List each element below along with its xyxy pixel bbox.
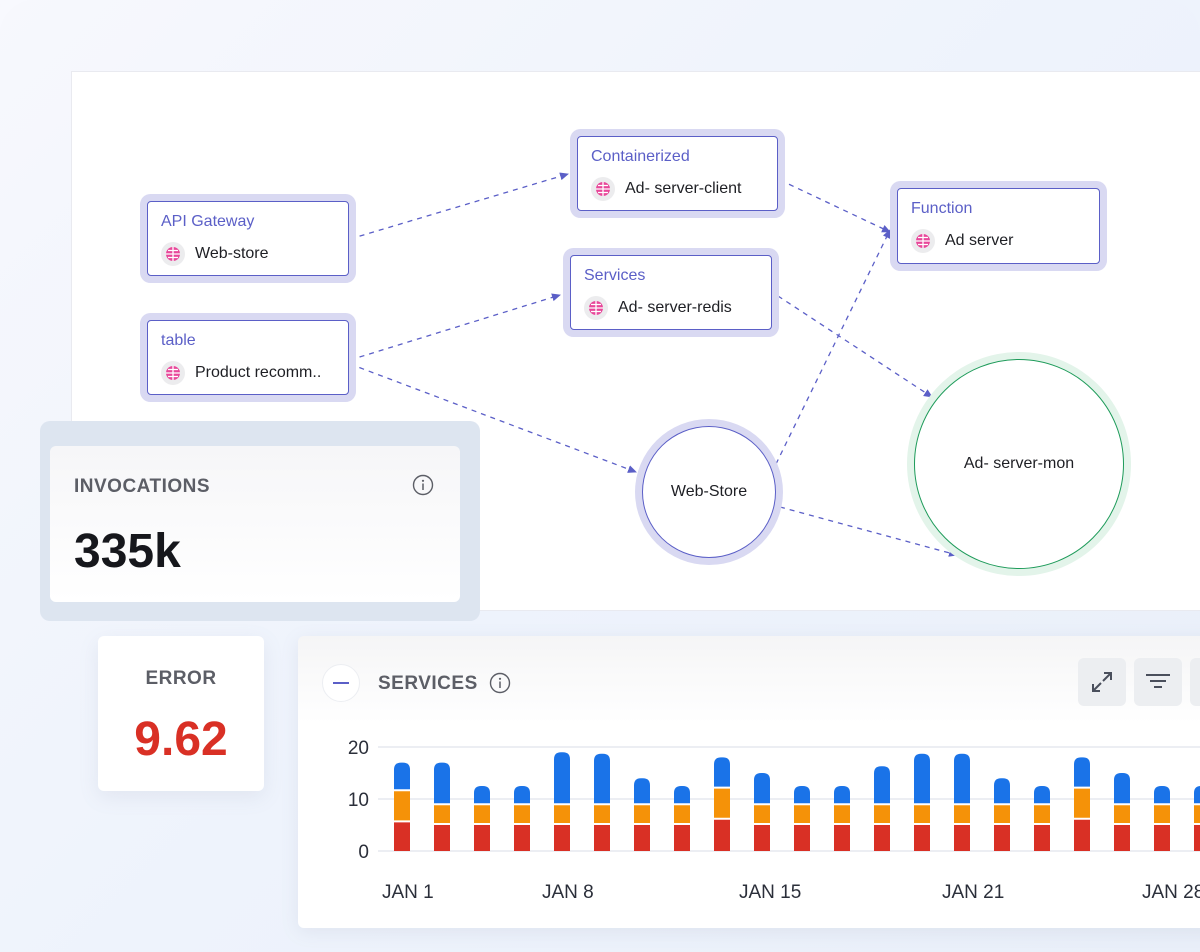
bar-segment-red xyxy=(554,825,570,851)
bar-segment-red xyxy=(954,825,970,851)
bar-stack[interactable] xyxy=(1194,786,1200,851)
bar-segment-orange xyxy=(1194,805,1200,823)
bar-segment-orange xyxy=(1154,805,1170,823)
x-tick-label: JAN 8 xyxy=(542,882,594,903)
bar-stack[interactable] xyxy=(1034,786,1050,851)
bar-segment-blue xyxy=(714,757,730,787)
bar-stack[interactable] xyxy=(714,757,730,851)
bar-segment-orange xyxy=(714,788,730,818)
bar-segment-blue xyxy=(394,762,410,790)
bar-segment-red xyxy=(594,825,610,851)
bar-segment-blue xyxy=(794,786,810,804)
bar-segment-blue xyxy=(594,753,610,804)
bar-segment-blue xyxy=(674,786,690,804)
bar-stack[interactable] xyxy=(594,753,610,851)
bar-stack[interactable] xyxy=(1114,773,1130,851)
bar-segment-red xyxy=(1194,825,1200,851)
bar-stack[interactable] xyxy=(914,753,930,851)
services-bar-chart: 0 10 20 JAN 1 JAN 8 JAN 15 JAN 21 JAN 28 xyxy=(348,738,1200,903)
bar-segment-blue xyxy=(914,753,930,804)
x-tick-label: JAN 21 xyxy=(942,882,1004,903)
bar-segment-orange xyxy=(954,805,970,823)
bar-segment-blue xyxy=(1074,757,1090,787)
bar-segment-blue xyxy=(874,766,890,804)
bar-segment-blue xyxy=(474,786,490,804)
bar-segment-blue xyxy=(514,786,530,804)
bar-stack[interactable] xyxy=(394,762,410,851)
bar-segment-blue xyxy=(434,762,450,804)
bar-segment-red xyxy=(714,819,730,851)
bar-segment-red xyxy=(634,825,650,851)
bar-stack[interactable] xyxy=(834,786,850,851)
bar-segment-orange xyxy=(394,791,410,821)
bar-segment-blue xyxy=(954,753,970,804)
bar-segment-orange xyxy=(434,805,450,823)
bar-segment-orange xyxy=(674,805,690,823)
y-tick-label: 10 xyxy=(348,790,369,811)
bar-segment-red xyxy=(1154,825,1170,851)
bar-segment-red xyxy=(434,825,450,851)
bar-segment-red xyxy=(874,825,890,851)
bar-stack[interactable] xyxy=(754,773,770,851)
bar-segment-blue xyxy=(1114,773,1130,804)
bar-stack[interactable] xyxy=(794,786,810,851)
bar-segment-red xyxy=(994,825,1010,851)
bar-segment-orange xyxy=(794,805,810,823)
bar-stack[interactable] xyxy=(474,786,490,851)
bar-segment-red xyxy=(754,825,770,851)
bar-segment-red xyxy=(794,825,810,851)
bar-segment-red xyxy=(914,825,930,851)
bar-segment-orange xyxy=(994,805,1010,823)
bar-segment-blue xyxy=(1154,786,1170,804)
bar-stack[interactable] xyxy=(1154,786,1170,851)
bar-segment-red xyxy=(514,825,530,851)
bar-segment-red xyxy=(394,822,410,851)
bar-stack[interactable] xyxy=(954,753,970,851)
bar-segment-orange xyxy=(834,805,850,823)
bar-segment-orange xyxy=(874,805,890,823)
bar-segment-red xyxy=(1034,825,1050,851)
bar-segment-orange xyxy=(474,805,490,823)
x-tick-label: JAN 28 xyxy=(1142,882,1200,903)
bar-segment-blue xyxy=(1034,786,1050,804)
bar-segment-blue xyxy=(834,786,850,804)
bar-segment-red xyxy=(1074,819,1090,851)
bar-segment-red xyxy=(1114,825,1130,851)
bar-segment-blue xyxy=(634,778,650,804)
y-tick-label: 0 xyxy=(358,842,369,863)
x-tick-label: JAN 15 xyxy=(739,882,801,903)
bar-segment-blue xyxy=(1194,786,1200,804)
bar-segment-orange xyxy=(634,805,650,823)
bar-segment-red xyxy=(834,825,850,851)
bar-segment-orange xyxy=(594,805,610,823)
bar-segment-orange xyxy=(554,805,570,823)
bar-stack[interactable] xyxy=(874,766,890,851)
y-tick-label: 20 xyxy=(348,738,369,759)
bar-stack[interactable] xyxy=(514,786,530,851)
bar-segment-blue xyxy=(754,773,770,804)
bar-stack[interactable] xyxy=(994,778,1010,851)
x-tick-label: JAN 1 xyxy=(382,882,434,903)
bar-segment-red xyxy=(474,825,490,851)
bar-stack[interactable] xyxy=(1074,757,1090,851)
bar-segment-blue xyxy=(994,778,1010,804)
bar-segment-orange xyxy=(1074,788,1090,818)
bar-segment-orange xyxy=(1034,805,1050,823)
bar-segment-orange xyxy=(514,805,530,823)
bar-segment-orange xyxy=(1114,805,1130,823)
bar-segment-red xyxy=(674,825,690,851)
bar-segment-blue xyxy=(554,752,570,804)
bar-stack[interactable] xyxy=(434,762,450,851)
bar-stack[interactable] xyxy=(674,786,690,851)
bar-stack[interactable] xyxy=(554,752,570,851)
bar-segment-orange xyxy=(754,805,770,823)
bar-stack[interactable] xyxy=(634,778,650,851)
bar-segment-orange xyxy=(914,805,930,823)
